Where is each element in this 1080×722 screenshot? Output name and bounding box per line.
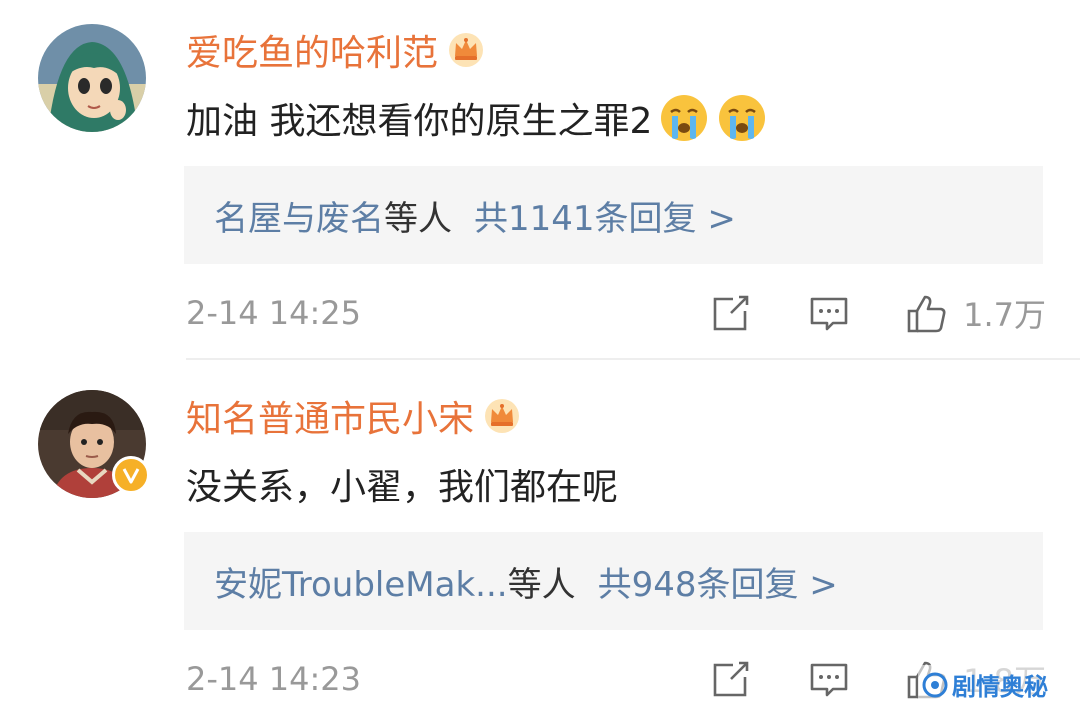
avatar[interactable] [38, 390, 150, 498]
reply-names[interactable]: 安妮TroubleMak... [214, 557, 508, 606]
reply-summary[interactable]: 安妮TroubleMak... 等人 共948条回复 > [184, 532, 1043, 630]
comment-icon[interactable] [807, 291, 851, 335]
watermark-logo-icon [922, 672, 948, 697]
thumbs-up-icon[interactable] [905, 291, 949, 335]
avatar[interactable] [38, 24, 146, 132]
reply-count-link[interactable]: 共1141条回复 > [474, 191, 736, 240]
like-count: 1.7万 [963, 296, 1046, 334]
comment-meta: 2-14 14:25 1.7万 [186, 288, 1046, 338]
reply-count-link[interactable]: 共948条回复 > [598, 557, 838, 606]
verified-v-icon [112, 456, 150, 494]
username[interactable]: 知名普通市民小宋 [186, 390, 522, 442]
reply-suffix: 等人 [384, 198, 452, 239]
comment-actions: 1.7万 [709, 288, 1046, 338]
crown-badge-icon [449, 33, 484, 67]
crying-emoji-icon [719, 95, 766, 141]
watermark: 剧情奥秘 [918, 665, 1052, 704]
divider [186, 358, 1080, 360]
timestamp: 2-14 14:25 [186, 294, 362, 332]
comment-text: 没关系，小翟，我们都在呢 [186, 467, 619, 508]
reply-summary[interactable]: 名屋与废名 等人 共1141条回复 > [184, 166, 1043, 264]
comment-icon[interactable] [807, 657, 851, 701]
comment-meta: 2-14 14:23 1.8万 [186, 654, 1046, 704]
share-icon[interactable] [709, 291, 753, 335]
reply-suffix: 等人 [507, 564, 576, 605]
timestamp: 2-14 14:23 [186, 660, 362, 698]
reply-names[interactable]: 名屋与废名 [214, 191, 384, 240]
share-icon[interactable] [709, 657, 753, 701]
username[interactable]: 爱吃鱼的哈利范 [186, 24, 486, 76]
crown-badge-icon [485, 399, 520, 433]
comment-text: 加油 我还想看你的原生之罪2 [186, 90, 768, 146]
watermark-text: 剧情奥秘 [952, 673, 1048, 701]
crying-emoji-icon [661, 95, 708, 141]
